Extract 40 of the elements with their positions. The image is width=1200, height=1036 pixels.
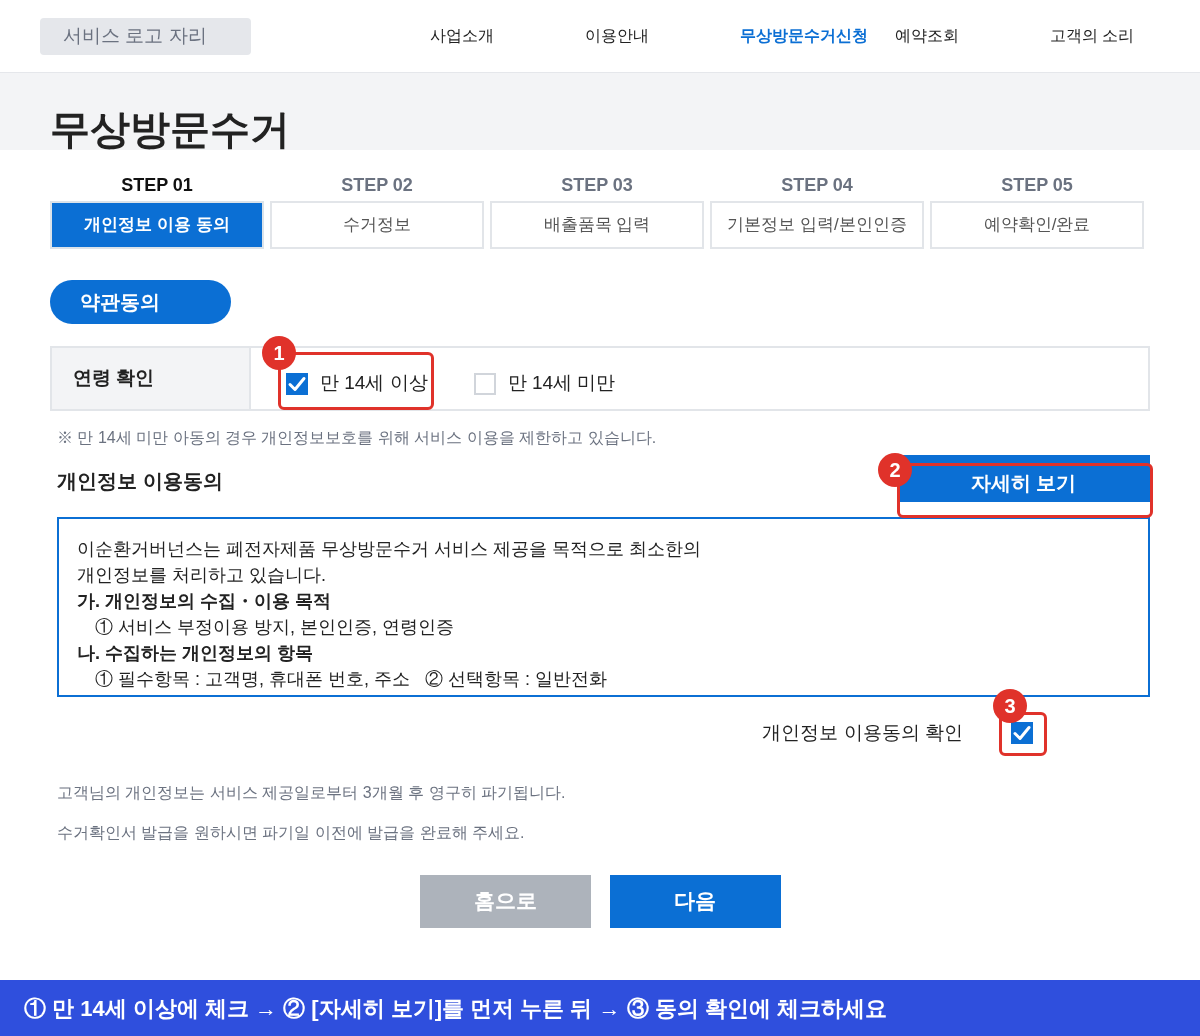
terms-line: 나. 수집하는 개인정보의 항목	[77, 642, 314, 665]
step-tab[interactable]: 배출품목 입력	[490, 201, 704, 249]
checkbox-label[interactable]: 만 14세 미만	[507, 369, 616, 398]
step-tab[interactable]: 예약확인/완료	[930, 201, 1144, 249]
step-tab[interactable]: 수거정보	[270, 201, 484, 249]
retention-note: 고객님의 개인정보는 서비스 제공일로부터 3개월 후 영구히 파기됩니다.	[57, 782, 567, 803]
section-title: 개인정보 이용동의	[57, 469, 223, 494]
terms-line: 개인정보를 처리하고 있습니다.	[77, 564, 327, 587]
page-title: 무상방문수거	[50, 106, 291, 153]
checkbox[interactable]	[286, 372, 308, 395]
next-button[interactable]: 다음	[609, 874, 781, 928]
row-header-cell: 연령 확인	[52, 348, 251, 409]
step-number-badge: 2	[878, 453, 912, 487]
step-tab[interactable]: 개인정보 이용 동의	[50, 201, 264, 249]
section-pill: 약관동의	[50, 280, 231, 324]
step-tab[interactable]: 기본정보 입력/본인인증	[710, 201, 924, 249]
checkbox[interactable]	[1011, 722, 1033, 745]
instruction-text: ① 만 14세 이상에 체크 → ② [자세히 보기]를 먼저 누른 뒤 → ③ 동의 확인에 체크하세요	[24, 994, 887, 1023]
terms-line: ① 서비스 부정이용 방지, 본인인증, 연령인증	[94, 616, 455, 639]
step-label: STEP 02	[341, 174, 413, 196]
nav-link[interactable]: 이용안내	[585, 24, 740, 48]
nav-link[interactable]: 사업소개	[430, 24, 585, 48]
age-note: ※ 만 14세 미만 아동의 경우 개인정보보호를 위해 서비스 이용을 제한하고 있습니다.	[57, 428, 658, 448]
checkbox-label[interactable]: 만 14세 이상	[320, 369, 428, 398]
logo-placeholder-text: 서비스 로고 자리	[63, 23, 207, 48]
terms-line: 이순환거버넌스는 폐전자제품 무상방문수거 서비스 제공을 목적으로 최소한의	[77, 538, 702, 561]
confirm-label[interactable]: 개인정보 이용동의 확인	[762, 719, 963, 748]
step-label: STEP 04	[781, 174, 853, 196]
step-label: STEP 01	[121, 174, 193, 196]
terms-line: 가. 개인정보의 수집・이용 목적	[77, 590, 332, 613]
nav-link[interactable]: 무상방문수거신청	[740, 24, 895, 48]
checkbox[interactable]	[473, 372, 496, 395]
step-label: STEP 05	[1001, 174, 1073, 196]
nav-link[interactable]: 예약조회	[895, 24, 1050, 48]
terms-line: ① 필수항목 : 고객명, 휴대폰 번호, 주소 ② 선택항목 : 일반전화	[94, 668, 608, 691]
nav-link[interactable]: 고객의 소리	[1050, 24, 1135, 48]
step-number-badge: 3	[993, 689, 1027, 724]
step-number-badge: 1	[262, 336, 296, 371]
step-label: STEP 03	[561, 174, 633, 196]
retention-note: 수거확인서 발급을 원하시면 파기일 이전에 발급을 완료해 주세요.	[57, 822, 526, 843]
